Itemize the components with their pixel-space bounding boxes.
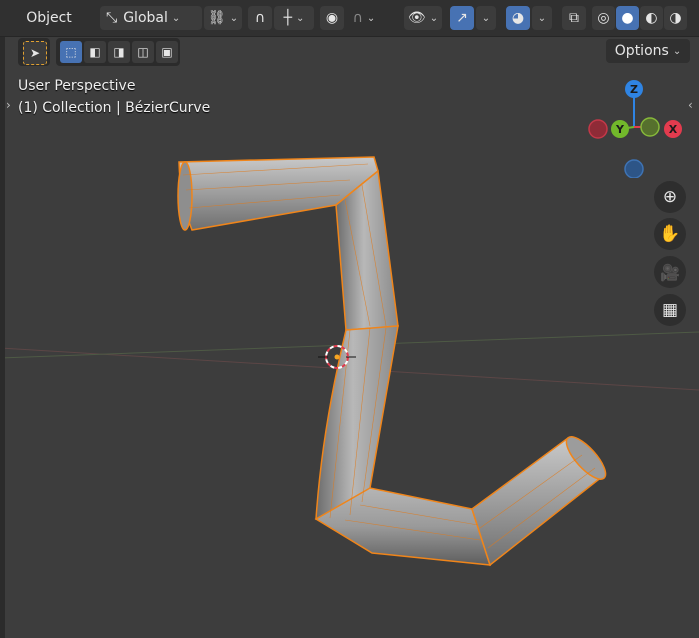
chevron-down-icon: ⌄ — [171, 12, 181, 24]
zoom-icon: ⊕ — [662, 187, 678, 207]
select-extend-icon: ◧ — [89, 45, 101, 59]
axis-z-label: Z — [630, 82, 638, 96]
snap-toggle[interactable]: ∩ — [248, 6, 272, 30]
falloff-curve-icon: ∩ — [352, 10, 363, 26]
visibility-dropdown[interactable]: 👁 ⌄ — [404, 6, 442, 30]
left-edge — [0, 0, 5, 638]
axis-y-label: Y — [616, 122, 624, 136]
chevron-down-icon: ⌄ — [537, 12, 547, 24]
mode-label: Object — [26, 10, 72, 26]
axis-x-button[interactable]: X — [664, 120, 682, 138]
xray-toggle[interactable]: ⧉ — [562, 6, 586, 30]
shading-wireframe-button[interactable]: ◎ — [592, 6, 615, 30]
overlay-toggle[interactable]: ◕ — [506, 6, 530, 30]
transform-orientation-dropdown[interactable]: ⤡ Global ⌄ — [100, 6, 202, 30]
xray-toggle-icon: ⧉ — [569, 10, 579, 26]
curve-cap-top — [177, 161, 193, 231]
overlay-dropdown[interactable]: ⌄ — [532, 6, 552, 30]
camera-view-button[interactable]: 🎥 — [654, 256, 686, 288]
gizmo-dropdown[interactable]: ⌄ — [476, 6, 496, 30]
options-label: Options — [614, 43, 669, 59]
material-preview-icon: ◐ — [645, 10, 658, 26]
shading-material-button[interactable]: ◐ — [640, 6, 663, 30]
select-intersect-button[interactable]: ▣ — [156, 41, 178, 63]
zoom-button[interactable]: ⊕ — [654, 181, 686, 213]
pivot-point-dropdown[interactable]: ⛓ ⌄ — [204, 6, 242, 30]
perspective-toggle-button[interactable]: ▦ — [654, 294, 686, 326]
toolbar-expand-arrow-icon[interactable]: › — [6, 98, 11, 112]
select-new-button[interactable]: ⬚ — [60, 41, 82, 63]
select-new-icon: ⬚ — [65, 45, 77, 59]
shading-rendered-button[interactable]: ◑ — [664, 6, 687, 30]
view-name: User Perspective — [18, 78, 136, 94]
chevron-down-icon: ⌄ — [229, 12, 239, 24]
mode-menu[interactable]: Object — [14, 6, 84, 30]
select-intersect-icon: ▣ — [161, 45, 173, 59]
overlay-toggle-icon: ◕ — [511, 10, 525, 26]
visibility-eye-icon: 👁 — [407, 10, 426, 26]
gizmo-toggle-icon: ↗ — [456, 10, 468, 26]
transform-orientation-label: Global — [123, 10, 168, 26]
axis-z-button[interactable]: Z — [625, 80, 643, 98]
chevron-down-icon: ⌄ — [366, 12, 376, 24]
solid-shading-icon: ● — [621, 10, 634, 26]
pan-button[interactable]: ✋ — [654, 218, 686, 250]
transform-orientation-icon: ⤡ — [106, 10, 118, 26]
pivot-link-icon: ⛓ — [207, 10, 226, 26]
viewport-header: Object ⤡ Global ⌄ ⛓ ⌄ ∩ ┼ ⌄ ◉ ∩ ⌄ 👁 ⌄ ↗ ⌄ — [0, 0, 699, 37]
select-tool-group: ➤ — [18, 38, 50, 66]
cursor-arrow-icon: ➤ — [29, 46, 41, 60]
options-dropdown[interactable]: Options ⌄ — [606, 39, 690, 63]
chevron-down-icon: ⌄ — [429, 12, 439, 24]
proportional-editing-toggle[interactable]: ◉ — [320, 6, 344, 30]
wireframe-shading-icon: ◎ — [597, 10, 610, 26]
proportional-editing-icon: ◉ — [325, 10, 339, 26]
select-invert-button[interactable]: ◫ — [132, 41, 154, 63]
selection-mode-group: ⬚ ◧ ◨ ◫ ▣ — [56, 38, 180, 66]
select-subtract-icon: ◨ — [113, 45, 125, 59]
select-invert-icon: ◫ — [137, 45, 149, 59]
axis-x-label: X — [668, 122, 678, 136]
snap-target-dropdown[interactable]: ┼ ⌄ — [274, 6, 314, 30]
shading-solid-button[interactable]: ● — [616, 6, 639, 30]
proportional-falloff-dropdown[interactable]: ∩ ⌄ — [346, 6, 382, 30]
gizmo-toggle[interactable]: ↗ — [450, 6, 474, 30]
select-extend-button[interactable]: ◧ — [84, 41, 106, 63]
rendered-shading-icon: ◑ — [669, 10, 682, 26]
chevron-down-icon: ⌄ — [672, 45, 682, 57]
camera-view-icon: 🎥 — [660, 262, 680, 282]
collection-info: (1) Collection | BézierCurve — [18, 100, 211, 116]
axis-y-button[interactable]: Y — [611, 120, 629, 138]
snap-increment-icon: ┼ — [283, 10, 293, 26]
hand-pan-icon: ✋ — [659, 224, 681, 244]
select-tool-button[interactable]: ➤ — [23, 41, 47, 65]
select-subtract-button[interactable]: ◨ — [108, 41, 130, 63]
3d-viewport[interactable]: › ‹ Object ⤡ Global ⌄ ⛓ ⌄ ∩ ┼ ⌄ ◉ ∩ ⌄ 👁 ⌄ ↗ — [0, 0, 699, 638]
snap-magnet-icon: ∩ — [254, 10, 266, 26]
perspective-grid-icon: ▦ — [661, 300, 679, 320]
chevron-down-icon: ⌄ — [481, 12, 491, 24]
chevron-down-icon: ⌄ — [296, 12, 305, 24]
